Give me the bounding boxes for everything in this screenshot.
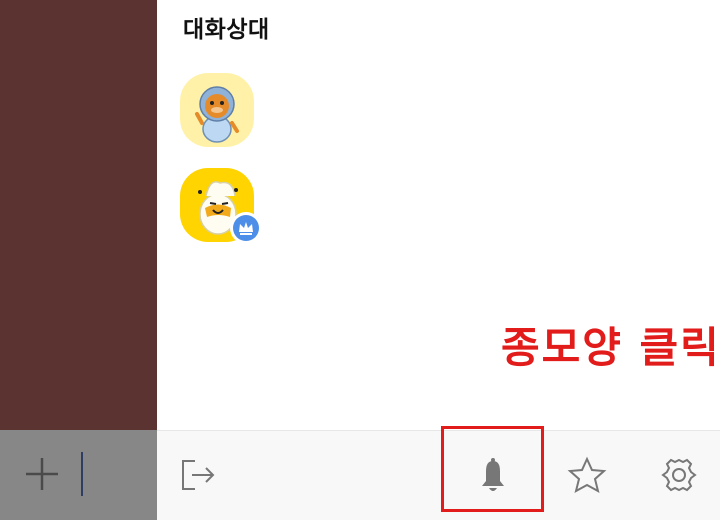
favorite-star-button[interactable]: [564, 452, 610, 498]
member-avatar-ryan[interactable]: [180, 73, 254, 147]
instruction-text: 종모양 클릭: [501, 323, 720, 372]
gear-icon: [661, 458, 697, 492]
text-input-cursor[interactable]: [81, 452, 83, 496]
drawer-bottom-toolbar: [157, 430, 720, 520]
ryan-avatar-icon: [195, 86, 239, 143]
crown-badge-circle: [233, 215, 259, 241]
owner-badge: [230, 212, 262, 244]
chat-background-panel: [0, 0, 157, 430]
chat-room-screen: 대화상대 종모양 클릭: [0, 0, 720, 520]
exit-icon: [182, 460, 215, 490]
plus-icon[interactable]: [24, 456, 60, 492]
star-icon: [567, 456, 607, 493]
exit-chat-button[interactable]: [175, 452, 221, 498]
crown-icon: [239, 222, 253, 235]
settings-button[interactable]: [656, 452, 702, 498]
bell-highlight-box: [441, 426, 544, 512]
drawer-title: 대화상대: [183, 17, 270, 43]
